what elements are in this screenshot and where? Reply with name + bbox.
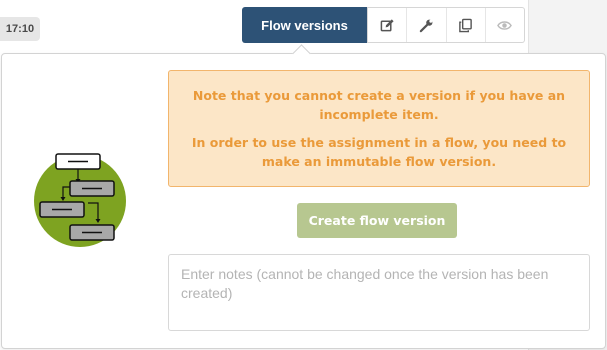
flow-diagram-icon [30,151,130,251]
wrench-icon [419,19,433,32]
incomplete-version-warning: Note that you cannot create a version if… [168,70,590,187]
copy-button[interactable] [445,8,485,42]
warning-line-1: Note that you cannot create a version if… [192,88,566,122]
flow-versions-button[interactable]: Flow versions [242,7,367,43]
eye-icon [497,20,513,30]
edit-icon [380,18,394,31]
time-badge: 17:10 [0,17,40,41]
create-flow-version-button[interactable]: Create flow version [297,203,457,238]
settings-button[interactable] [406,8,445,42]
toolbar-actions [367,7,525,43]
version-notes-input[interactable] [168,254,590,331]
copy-icon [459,18,472,32]
preview-button[interactable] [484,8,524,42]
edit-button[interactable] [367,8,406,42]
warning-line-2: In order to use the assignment in a flow… [191,135,567,169]
